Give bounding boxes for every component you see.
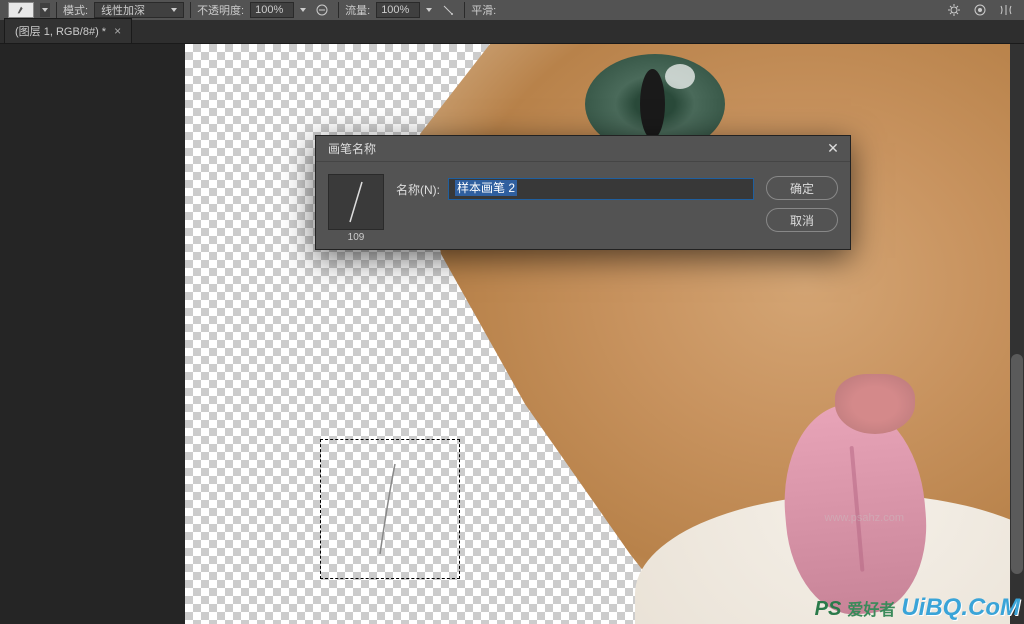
name-label: 名称(N): <box>396 181 440 198</box>
tool-preset-dropdown[interactable] <box>40 3 50 17</box>
tool-preset-picker[interactable] <box>8 2 34 18</box>
canvas-area[interactable] <box>0 44 1024 624</box>
divider <box>56 2 57 18</box>
document-tab-bar: (图层 1, RGB/8#) * × <box>0 20 1024 44</box>
watermark-small: www.psahz.com <box>825 512 904 524</box>
close-icon[interactable]: ✕ <box>824 140 842 158</box>
dialog-titlebar[interactable]: 画笔名称 ✕ <box>316 136 850 162</box>
watermark-cn: 爱好者 <box>847 596 895 620</box>
brush-preview: 109 <box>328 174 384 243</box>
divider <box>190 2 191 18</box>
pressure-size-icon[interactable] <box>970 2 990 18</box>
watermark: PS 爱好者 UiBQ.CoM <box>815 594 1020 622</box>
watermark-ps: PS <box>815 598 842 621</box>
chevron-down-icon[interactable] <box>426 8 432 12</box>
brush-name-dialog: 画笔名称 ✕ 109 名称(N): 样本画笔 2 确定 取消 <box>315 135 851 250</box>
divider <box>338 2 339 18</box>
blend-mode-value: 线性加深 <box>101 2 145 18</box>
opacity-label: 不透明度: <box>197 2 244 18</box>
document-tab[interactable]: (图层 1, RGB/8#) * × <box>4 18 132 43</box>
chevron-down-icon[interactable] <box>300 8 306 12</box>
ok-button[interactable]: 确定 <box>766 176 838 200</box>
smoothing-label: 平滑: <box>471 2 496 18</box>
symmetry-icon[interactable] <box>996 2 1016 18</box>
flow-label: 流量: <box>345 2 370 18</box>
mode-label: 模式: <box>63 2 88 18</box>
brush-name-input[interactable]: 样本画笔 2 <box>448 178 754 200</box>
dialog-title-text: 画笔名称 <box>328 140 376 157</box>
airbrush-icon[interactable] <box>438 2 458 18</box>
close-icon[interactable]: × <box>114 24 121 38</box>
name-field-section: 名称(N): 样本画笔 2 <box>396 178 754 200</box>
dialog-buttons: 确定 取消 <box>766 176 838 232</box>
brush-size-label: 109 <box>348 232 365 243</box>
cat-image-layer <box>385 44 1024 624</box>
opacity-input[interactable]: 100% <box>250 2 294 18</box>
workspace <box>0 44 1024 624</box>
vertical-scrollbar[interactable] <box>1010 44 1024 624</box>
brush-thumbnail <box>328 174 384 230</box>
document-tab-title: (图层 1, RGB/8#) * <box>15 23 106 39</box>
watermark-url: UiBQ.CoM <box>901 594 1020 622</box>
flow-input[interactable]: 100% <box>376 2 420 18</box>
blend-mode-select[interactable]: 线性加深 <box>94 2 184 18</box>
brush-name-value: 样本画笔 2 <box>455 180 517 196</box>
dialog-body: 109 名称(N): 样本画笔 2 确定 取消 <box>316 162 850 255</box>
divider <box>464 2 465 18</box>
cancel-button[interactable]: 取消 <box>766 208 838 232</box>
scrollbar-thumb[interactable] <box>1011 354 1023 574</box>
brush-stroke <box>370 459 410 559</box>
gear-icon[interactable] <box>944 2 964 18</box>
pressure-opacity-icon[interactable] <box>312 2 332 18</box>
options-bar: 模式: 线性加深 不透明度: 100% 流量: 100% 平滑: <box>0 0 1024 20</box>
